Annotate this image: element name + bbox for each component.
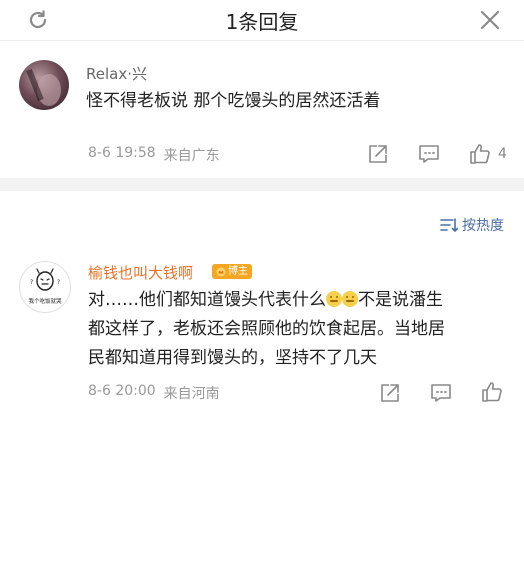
reply-button[interactable] [430, 382, 452, 404]
comment-content: 对……他们都知道馒头代表什么 不是说潘生 都这样了，老板还会照顾他的饮食起居。当地… [88, 286, 508, 373]
comment-line: 对……他们都知道馒头代表什么 不是说潘生 [88, 286, 508, 315]
comment-icon [419, 145, 439, 163]
comment-meta: 8-6 19:58 来自广东 [88, 145, 220, 165]
like-count: 4 [498, 146, 507, 162]
like-button[interactable]: 4 [468, 142, 507, 166]
avatar-caption: 我个吃饭就哭 [28, 299, 62, 305]
header: 1条回复 [0, 0, 524, 41]
close-button[interactable] [476, 6, 504, 34]
comment-content: 怪不得老板说 那个吃馒头的居然还活着 [86, 91, 381, 111]
comment-line: 民都知道用得到馒头的，坚持不了几天 [88, 348, 377, 368]
share-icon [381, 384, 399, 402]
thumbs-up-icon [482, 382, 502, 402]
avatar-image [26, 68, 61, 106]
refresh-icon [29, 10, 47, 29]
author-badge: 博主 [212, 264, 252, 279]
close-icon [480, 10, 500, 30]
comment-source: 来自河南 [163, 386, 220, 402]
comment-source: 来自广东 [163, 148, 220, 164]
avatar[interactable]: ? ? 我个吃饭就哭 [19, 261, 71, 313]
comment-icon [431, 384, 451, 402]
svg-text:?: ? [57, 279, 60, 286]
emoji-icon [326, 291, 342, 307]
emoji-icon [342, 291, 358, 307]
comment-line: 都这样了，老板还会照顾他的饮食起居。当地居 [88, 319, 445, 339]
share-button[interactable] [367, 143, 389, 165]
comment-username[interactable]: 榆钱也叫大钱啊 [88, 262, 193, 283]
comment-username[interactable]: Relax·兴 [86, 63, 147, 84]
share-icon [369, 145, 387, 163]
svg-text:?: ? [30, 279, 33, 286]
share-button[interactable] [379, 382, 401, 404]
comment-text: 不是说潘生 [358, 290, 443, 310]
refresh-button[interactable] [24, 6, 52, 34]
comment-date: 8-6 19:58 [88, 145, 156, 161]
section-divider [0, 178, 524, 191]
like-button[interactable] [480, 380, 504, 404]
crown-icon [216, 267, 226, 276]
sort-button[interactable]: 按热度 [440, 215, 504, 235]
sort-label: 按热度 [462, 218, 504, 234]
comment-date: 8-6 20:00 [88, 383, 156, 399]
sort-icon [440, 218, 458, 232]
comment-meta: 8-6 20:00 来自河南 [88, 383, 220, 403]
page-title: 1条回复 [225, 9, 299, 34]
comment-text: 对……他们都知道馒头代表什么 [88, 290, 326, 310]
thumbs-up-icon [470, 144, 490, 164]
reply-button[interactable] [418, 143, 440, 165]
avatar[interactable] [19, 60, 69, 110]
author-badge-label: 博主 [228, 266, 248, 277]
